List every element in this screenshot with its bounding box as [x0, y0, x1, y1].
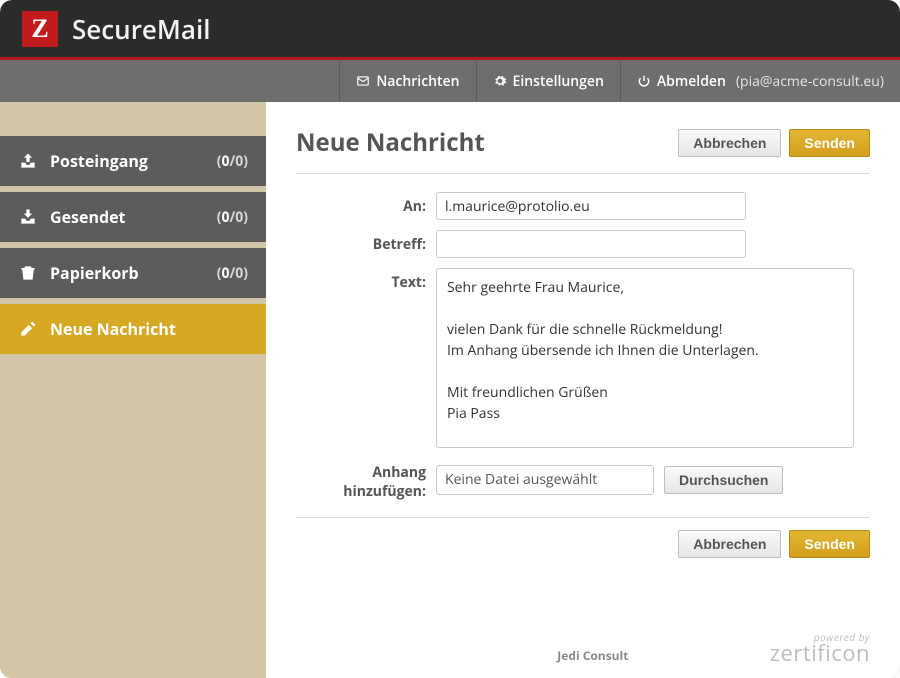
divider [296, 517, 870, 518]
bottom-actions: Abbrechen Senden [296, 530, 870, 558]
compose-form: An: Betreff: Text: Anhang hinzufügen: Ke… [296, 174, 870, 501]
browse-button[interactable]: Durchsuchen [664, 466, 783, 494]
power-icon [637, 74, 651, 88]
row-body: Text: [296, 268, 870, 448]
app-title: SecureMail [72, 11, 210, 47]
nav-settings[interactable]: Einstellungen [476, 60, 620, 102]
sidebar-item-label: Gesendet [50, 206, 205, 228]
sidebar-item-label: Posteingang [50, 150, 205, 172]
sidebar-item-count: (0/0) [217, 264, 248, 283]
powered-brand: zertificon [770, 642, 870, 664]
nav-messages-label: Nachrichten [376, 72, 459, 91]
to-label: An: [296, 192, 426, 216]
file-display: Keine Datei ausgewählt [436, 465, 654, 495]
subject-input[interactable] [436, 230, 746, 258]
cancel-button[interactable]: Abbrechen [678, 129, 781, 157]
sent-icon [18, 207, 38, 227]
nav-user-email: (pia@acme-consult.eu) [736, 72, 884, 91]
logo-letter: Z [31, 14, 48, 44]
app-body: Posteingang (0/0) Gesendet (0/0) Papierk… [0, 102, 900, 678]
attach-label: Anhang hinzufügen: [296, 458, 426, 501]
sidebar-item-label: Papierkorb [50, 262, 205, 284]
nav-messages[interactable]: Nachrichten [339, 60, 475, 102]
app-logo: Z [22, 11, 58, 47]
sidebar-item-count: (0/0) [217, 208, 248, 227]
main-header: Neue Nachricht Abbrechen Senden [296, 126, 870, 174]
top-nav: Nachrichten Einstellungen Abmelden (pia@… [0, 60, 900, 102]
cancel-button-bottom[interactable]: Abbrechen [678, 530, 781, 558]
sidebar-item-sent[interactable]: Gesendet (0/0) [0, 192, 266, 242]
sidebar: Posteingang (0/0) Gesendet (0/0) Papierk… [0, 102, 266, 678]
nav-logout[interactable]: Abmelden (pia@acme-consult.eu) [620, 60, 900, 102]
powered-by: powered by zertificon [770, 632, 870, 664]
send-button[interactable]: Senden [789, 129, 870, 157]
trash-icon [18, 263, 38, 283]
sidebar-item-inbox[interactable]: Posteingang (0/0) [0, 136, 266, 186]
row-subject: Betreff: [296, 230, 870, 258]
row-to: An: [296, 192, 870, 220]
compose-icon [18, 319, 38, 339]
subject-label: Betreff: [296, 230, 426, 254]
envelope-icon [356, 74, 370, 88]
to-input[interactable] [436, 192, 746, 220]
sidebar-item-label: Neue Nachricht [50, 318, 248, 340]
inbox-icon [18, 151, 38, 171]
footer: Jedi Consult powered by zertificon [296, 612, 870, 668]
send-button-bottom[interactable]: Senden [789, 530, 870, 558]
footer-org: Jedi Consult [557, 647, 628, 664]
sidebar-item-compose[interactable]: Neue Nachricht [0, 304, 266, 354]
file-picker: Keine Datei ausgewählt Durchsuchen [436, 465, 783, 495]
app-window: Z SecureMail Nachrichten Einstellungen A… [0, 0, 900, 678]
nav-settings-label: Einstellungen [513, 72, 604, 91]
page-title: Neue Nachricht [296, 126, 485, 159]
body-label: Text: [296, 268, 426, 292]
app-header: Z SecureMail [0, 0, 900, 60]
top-actions: Abbrechen Senden [678, 129, 870, 157]
gear-icon [493, 74, 507, 88]
sidebar-item-trash[interactable]: Papierkorb (0/0) [0, 248, 266, 298]
body-textarea[interactable] [436, 268, 854, 448]
nav-logout-label: Abmelden [657, 72, 726, 91]
row-attach: Anhang hinzufügen: Keine Datei ausgewähl… [296, 458, 870, 501]
main-panel: Neue Nachricht Abbrechen Senden An: Betr… [266, 102, 900, 678]
sidebar-item-count: (0/0) [217, 152, 248, 171]
